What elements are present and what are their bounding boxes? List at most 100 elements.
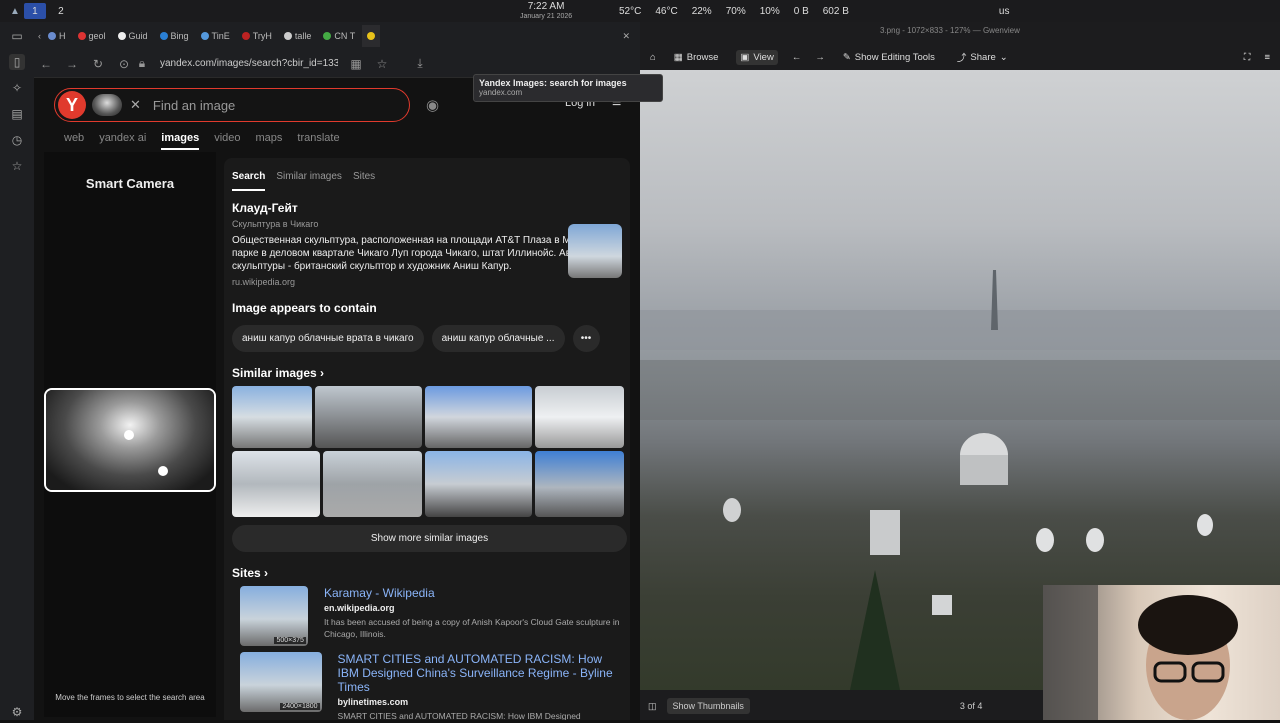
tag-chip[interactable]: аниш капур облачные врата в чикаго — [232, 325, 424, 352]
clock-date: January 21 2026 — [520, 13, 573, 20]
settings-icon[interactable]: ⚙ — [9, 704, 25, 720]
site-result[interactable]: 500×375 Karamay - Wikipedia en.wikipedia… — [232, 586, 622, 646]
crop-hint: Move the frames to select the search are… — [55, 693, 205, 702]
share-icon: ⤴ — [956, 53, 967, 64]
tab-favicon — [48, 32, 56, 40]
disk-usage: 10% — [759, 5, 780, 17]
share-button[interactable]: ⤴ Share ⌄ — [953, 48, 1012, 66]
tab[interactable]: H — [43, 25, 71, 47]
tab-favicon — [200, 32, 209, 40]
tab-label: TryH — [252, 31, 272, 41]
history-icon[interactable]: ◷ — [9, 132, 25, 148]
browse-button[interactable]: ▦ Browse — [670, 50, 723, 65]
object-marker[interactable] — [124, 430, 134, 440]
site-thumbnail[interactable]: 500×375 — [240, 586, 308, 646]
tab-similar-images[interactable]: Similar images — [276, 171, 342, 191]
browser-window: ‹ H geol Guid Bing TinE TryH talle CN T … — [34, 22, 663, 720]
view-button[interactable]: ▣ View — [736, 49, 778, 65]
nav-web[interactable]: web — [64, 132, 84, 150]
site-title[interactable]: SMART CITIES and AUTOMATED RACISM: How I… — [338, 652, 622, 694]
clock[interactable]: 7:22 AM January 21 2026 — [520, 2, 572, 22]
url-field[interactable]: yandex.com/images/search?cbir_id=1337 — [160, 58, 338, 69]
workspace-1[interactable]: 1 — [23, 3, 46, 19]
yandex-logo[interactable]: Y — [58, 91, 86, 119]
crop-frame[interactable] — [44, 388, 216, 492]
site-info-icon[interactable]: ⊙ — [116, 57, 132, 71]
site-domain: bylinetimes.com — [337, 697, 409, 707]
show-more-button[interactable]: Show more similar images — [232, 525, 627, 552]
tab-favicon — [77, 32, 86, 40]
entity-thumbnail[interactable] — [568, 224, 622, 278]
similar-image[interactable] — [535, 451, 624, 517]
tab-search[interactable]: Search — [232, 171, 266, 191]
nav-translate[interactable]: translate — [297, 132, 339, 150]
tab-label: geol — [88, 31, 106, 41]
similar-image[interactable] — [315, 386, 422, 448]
similar-image[interactable] — [425, 451, 532, 517]
tab[interactable]: TryH — [237, 25, 277, 47]
similar-image[interactable] — [232, 386, 312, 448]
entity-source[interactable]: ru.wikipedia.org — [232, 277, 622, 287]
bookmark-star-icon[interactable]: ☆ — [374, 57, 390, 71]
close-window-icon[interactable]: ✕ — [622, 31, 630, 42]
download-icon[interactable]: ⤓ — [412, 56, 428, 71]
reload-icon[interactable]: ↻ — [90, 57, 106, 71]
grid-icon[interactable]: ▦ — [348, 57, 364, 71]
similar-image[interactable] — [232, 451, 320, 517]
similar-image[interactable] — [323, 451, 422, 517]
keyboard-layout[interactable]: us — [999, 6, 1010, 17]
cpu-usage: 22% — [691, 5, 712, 17]
browser-sidebar: ▭ ▯ ✧ ▤ ◷ ☆ ⚙ — [0, 22, 34, 720]
tab[interactable]: geol — [73, 25, 111, 47]
site-title[interactable]: Karamay - Wikipedia — [324, 586, 622, 600]
ai-icon[interactable]: ✧ — [9, 80, 25, 96]
tab[interactable]: CN T — [318, 25, 360, 47]
sidebar-toggle-icon[interactable]: ◫ — [648, 701, 657, 712]
tab-tooltip: Yandex Images: search for images yandex.… — [473, 74, 663, 102]
service-nav: web yandex ai images video maps translat… — [64, 132, 340, 150]
search-box[interactable]: Y ✕ Find an image — [54, 88, 410, 122]
similar-image[interactable] — [535, 386, 624, 448]
forward-icon[interactable]: → — [64, 57, 80, 71]
nav-maps[interactable]: maps — [256, 132, 283, 150]
app-launcher-icon[interactable]: ▲ — [10, 6, 20, 17]
clear-image-icon[interactable]: ✕ — [130, 97, 141, 113]
more-options-icon[interactable]: ••• — [572, 325, 600, 352]
tab-label: H — [59, 31, 66, 41]
nav-images[interactable]: images — [161, 132, 200, 150]
nav-video[interactable]: video — [214, 132, 240, 150]
back-tabs-icon[interactable]: ‹ — [38, 31, 41, 41]
similar-image[interactable] — [425, 386, 532, 448]
tab[interactable]: Guid — [113, 25, 153, 47]
workspace-2[interactable]: 2 — [50, 3, 72, 19]
camera-icon[interactable]: ◉ — [426, 96, 439, 114]
sites-heading[interactable]: Sites › — [232, 566, 622, 580]
entity-title[interactable]: Клауд-Гейт — [232, 201, 622, 215]
object-marker[interactable] — [158, 466, 168, 476]
notes-icon[interactable]: ▤ — [9, 106, 25, 122]
tab[interactable]: talle — [279, 25, 317, 47]
cpu-temp: 52°C — [619, 5, 642, 17]
tag-chip[interactable]: аниш капур облачные ... — [431, 325, 565, 352]
tab[interactable]: Bing — [155, 25, 194, 47]
query-image-thumbnail[interactable] — [92, 94, 122, 116]
hamburger-menu-icon[interactable]: ≡ — [1264, 52, 1270, 63]
bookmark-icon[interactable]: ☆ — [9, 158, 25, 174]
previous-icon[interactable]: ← — [792, 52, 802, 63]
similar-images-heading[interactable]: Similar images › — [232, 366, 622, 380]
active-tab[interactable] — [362, 25, 381, 47]
site-result[interactable]: 2400×1800 SMART CITIES and AUTOMATED RAC… — [232, 652, 622, 720]
search-placeholder[interactable]: Find an image — [153, 98, 235, 113]
tabs-icon[interactable]: ▭ — [9, 28, 25, 44]
panel-icon[interactable]: ▯ — [9, 54, 25, 70]
back-icon[interactable]: ← — [38, 57, 54, 71]
fullscreen-icon[interactable]: ⛶ — [1244, 52, 1251, 63]
tab-sites[interactable]: Sites — [353, 171, 375, 191]
home-icon[interactable]: ⌂ — [650, 52, 656, 63]
site-thumbnail[interactable]: 2400×1800 — [240, 652, 322, 712]
next-icon[interactable]: → — [815, 52, 825, 63]
tab[interactable]: TinE — [196, 25, 235, 47]
show-thumbnails-button[interactable]: Show Thumbnails — [666, 698, 750, 714]
nav-yandex-ai[interactable]: yandex ai — [99, 132, 146, 150]
editing-tools-button[interactable]: ✎ Show Editing Tools — [839, 50, 939, 65]
